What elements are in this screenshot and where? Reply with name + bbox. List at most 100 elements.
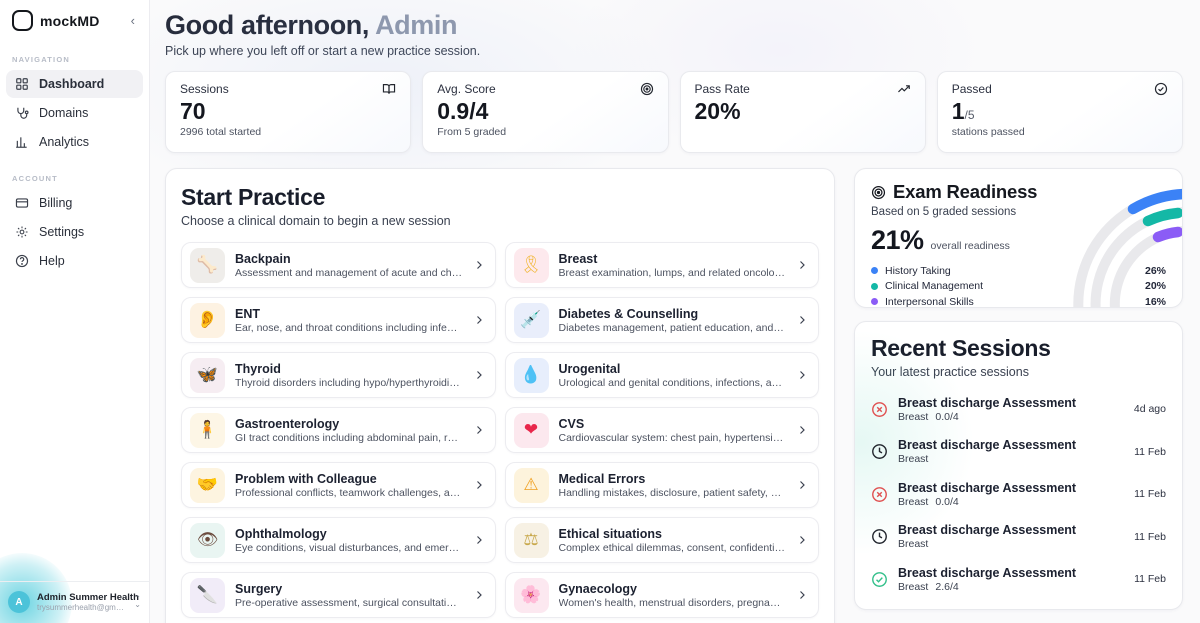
domain-card-thyroid[interactable]: 🦋ThyroidThyroid disorders including hypo… bbox=[181, 352, 496, 398]
page-subtitle: Pick up where you left off or start a ne… bbox=[165, 44, 1183, 58]
avatar: A bbox=[8, 591, 30, 613]
nav-section-label: NAVIGATION bbox=[6, 51, 143, 69]
sidebar-item-label: Analytics bbox=[39, 135, 89, 149]
x-circle-icon bbox=[871, 486, 888, 503]
session-item[interactable]: Breast discharge AssessmentBreast2.6/411… bbox=[871, 558, 1166, 601]
sidebar-item-domains[interactable]: Domains bbox=[6, 99, 143, 127]
start-practice-panel: Start Practice Choose a clinical domain … bbox=[165, 168, 835, 623]
ethical-situations-emoji-icon: ⚖ bbox=[514, 523, 549, 558]
user-name: Admin Summer Health bbox=[37, 592, 127, 603]
stat-subtext: 2996 total started bbox=[180, 126, 396, 138]
session-subtext: Breast bbox=[898, 453, 1124, 465]
legend-dot-icon bbox=[871, 267, 878, 274]
domain-description: Women's health, menstrual disorders, pre… bbox=[559, 597, 787, 609]
session-item[interactable]: Breast discharge AssessmentBreast11 Feb bbox=[871, 431, 1166, 474]
domain-card-ent[interactable]: 👂ENTEar, nose, and throat conditions inc… bbox=[181, 297, 496, 343]
chevron-right-icon bbox=[796, 369, 808, 381]
domain-name: Urogenital bbox=[559, 362, 787, 376]
stat-label: Passed bbox=[952, 82, 992, 96]
sidebar-item-label: Billing bbox=[39, 196, 72, 210]
domain-card-cvs[interactable]: ❤CVSCardiovascular system: chest pain, h… bbox=[505, 407, 820, 453]
sidebar-item-help[interactable]: Help bbox=[6, 247, 143, 275]
session-title: Breast discharge Assessment bbox=[898, 438, 1124, 452]
session-score: 0.0/4 bbox=[935, 411, 958, 423]
bar-chart-icon bbox=[14, 134, 30, 150]
stat-subtext: From 5 graded bbox=[437, 126, 653, 138]
exam-readiness-panel: Exam Readiness Based on 5 graded session… bbox=[854, 168, 1183, 308]
grid-icon bbox=[14, 76, 30, 92]
session-title: Breast discharge Assessment bbox=[898, 481, 1124, 495]
session-subtext: Breast0.0/4 bbox=[898, 496, 1124, 508]
stat-value: 0.9/4 bbox=[437, 99, 653, 124]
exam-readiness-subtitle: Based on 5 graded sessions bbox=[871, 206, 1166, 218]
stethoscope-icon bbox=[14, 105, 30, 121]
diabetes-counselling-emoji-icon: 💉 bbox=[514, 303, 549, 338]
domain-card-gynaecology[interactable]: 🌸GynaecologyWomen's health, menstrual di… bbox=[505, 572, 820, 618]
domain-name: Backpain bbox=[235, 252, 463, 266]
stat-value: 70 bbox=[180, 99, 396, 124]
chevron-right-icon bbox=[796, 534, 808, 546]
sidebar-item-dashboard[interactable]: Dashboard bbox=[6, 70, 143, 98]
domain-description: Thyroid disorders including hypo/hyperth… bbox=[235, 377, 463, 389]
chevron-right-icon bbox=[473, 259, 485, 271]
chevron-right-icon bbox=[796, 479, 808, 491]
session-item[interactable]: Breast discharge AssessmentBreast11 Feb bbox=[871, 516, 1166, 559]
check-circle-icon bbox=[1154, 82, 1168, 96]
gastroenterology-emoji-icon: 🧍 bbox=[190, 413, 225, 448]
domain-card-breast[interactable]: 🎗BreastBreast examination, lumps, and re… bbox=[505, 242, 820, 288]
target-icon bbox=[640, 82, 654, 96]
medical-errors-emoji-icon: ⚠ bbox=[514, 468, 549, 503]
help-circle-icon bbox=[14, 253, 30, 269]
chevron-right-icon bbox=[796, 314, 808, 326]
legend-dot-icon bbox=[871, 283, 878, 290]
domain-card-diabetes-counselling[interactable]: 💉 Diabetes & CounsellingDiabetes manageme… bbox=[505, 297, 820, 343]
stat-card-pass-rate: Pass Rate20% bbox=[680, 71, 926, 153]
domain-name: Diabetes & Counselling bbox=[559, 307, 787, 321]
thyroid-emoji-icon: 🦋 bbox=[190, 358, 225, 393]
session-domain: Breast bbox=[898, 453, 928, 465]
domain-description: Diabetes management, patient education, … bbox=[559, 322, 787, 334]
sidebar-item-billing[interactable]: Billing bbox=[6, 189, 143, 217]
domain-name: Ethical situations bbox=[559, 527, 787, 541]
domain-card-surgery[interactable]: 🔪SurgeryPre-operative assessment, surgic… bbox=[181, 572, 496, 618]
domain-name: CVS bbox=[559, 417, 787, 431]
skill-label: Clinical Management bbox=[885, 280, 983, 292]
session-date: 11 Feb bbox=[1134, 488, 1166, 500]
trending-up-icon bbox=[897, 82, 911, 96]
sidebar-collapse-button[interactable]: ‹ bbox=[127, 12, 139, 29]
domain-name: Gynaecology bbox=[559, 582, 787, 596]
session-item[interactable]: Breast discharge AssessmentBreast0.0/4 11… bbox=[871, 473, 1166, 516]
domain-card-medical-errors[interactable]: ⚠Medical ErrorsHandling mistakes, disclo… bbox=[505, 462, 820, 508]
overall-readiness-label: overall readiness bbox=[931, 240, 1010, 252]
session-item[interactable]: Breast discharge AssessmentBreast0.0/44d… bbox=[871, 388, 1166, 431]
session-domain: Breast bbox=[898, 411, 928, 423]
chevron-right-icon bbox=[473, 424, 485, 436]
overall-readiness-value: 21% bbox=[871, 225, 924, 256]
logo-icon bbox=[12, 10, 33, 31]
user-profile[interactable]: A Admin Summer Health trysummerhealth@gm… bbox=[0, 581, 149, 623]
domain-name: Gastroenterology bbox=[235, 417, 463, 431]
skill-label: Interpersonal Skills bbox=[885, 296, 974, 308]
domain-card-problem-with-colleague[interactable]: 🤝Problem with ColleagueProfessional conf… bbox=[181, 462, 496, 508]
domain-card-backpain[interactable]: 🦴BackpainAssessment and management of ac… bbox=[181, 242, 496, 288]
stat-label: Sessions bbox=[180, 82, 229, 96]
domain-card-urogenital[interactable]: 💧UrogenitalUrological and genital condit… bbox=[505, 352, 820, 398]
clock-icon bbox=[871, 528, 888, 545]
ophthalmology-emoji-icon: 👁 bbox=[190, 523, 225, 558]
x-circle-icon bbox=[871, 401, 888, 418]
chevron-right-icon bbox=[473, 534, 485, 546]
sidebar-item-analytics[interactable]: Analytics bbox=[6, 128, 143, 156]
urogenital-emoji-icon: 💧 bbox=[514, 358, 549, 393]
domain-card-ethical-situations[interactable]: ⚖Ethical situationsComplex ethical dilem… bbox=[505, 517, 820, 563]
session-domain: Breast bbox=[898, 538, 928, 550]
chevron-right-icon bbox=[796, 424, 808, 436]
chevron-right-icon bbox=[473, 369, 485, 381]
domain-card-ophthalmology[interactable]: 👁OphthalmologyEye conditions, visual dis… bbox=[181, 517, 496, 563]
sidebar-item-settings[interactable]: Settings bbox=[6, 218, 143, 246]
stat-label: Pass Rate bbox=[695, 82, 750, 96]
readiness-skill-clinical-management: Clinical Management20% bbox=[871, 279, 1166, 295]
sidebar-item-label: Domains bbox=[39, 106, 88, 120]
book-open-icon bbox=[382, 82, 396, 96]
domain-card-gastroenterology[interactable]: 🧍GastroenterologyGI tract conditions inc… bbox=[181, 407, 496, 453]
session-subtext: Breast2.6/4 bbox=[898, 581, 1124, 593]
